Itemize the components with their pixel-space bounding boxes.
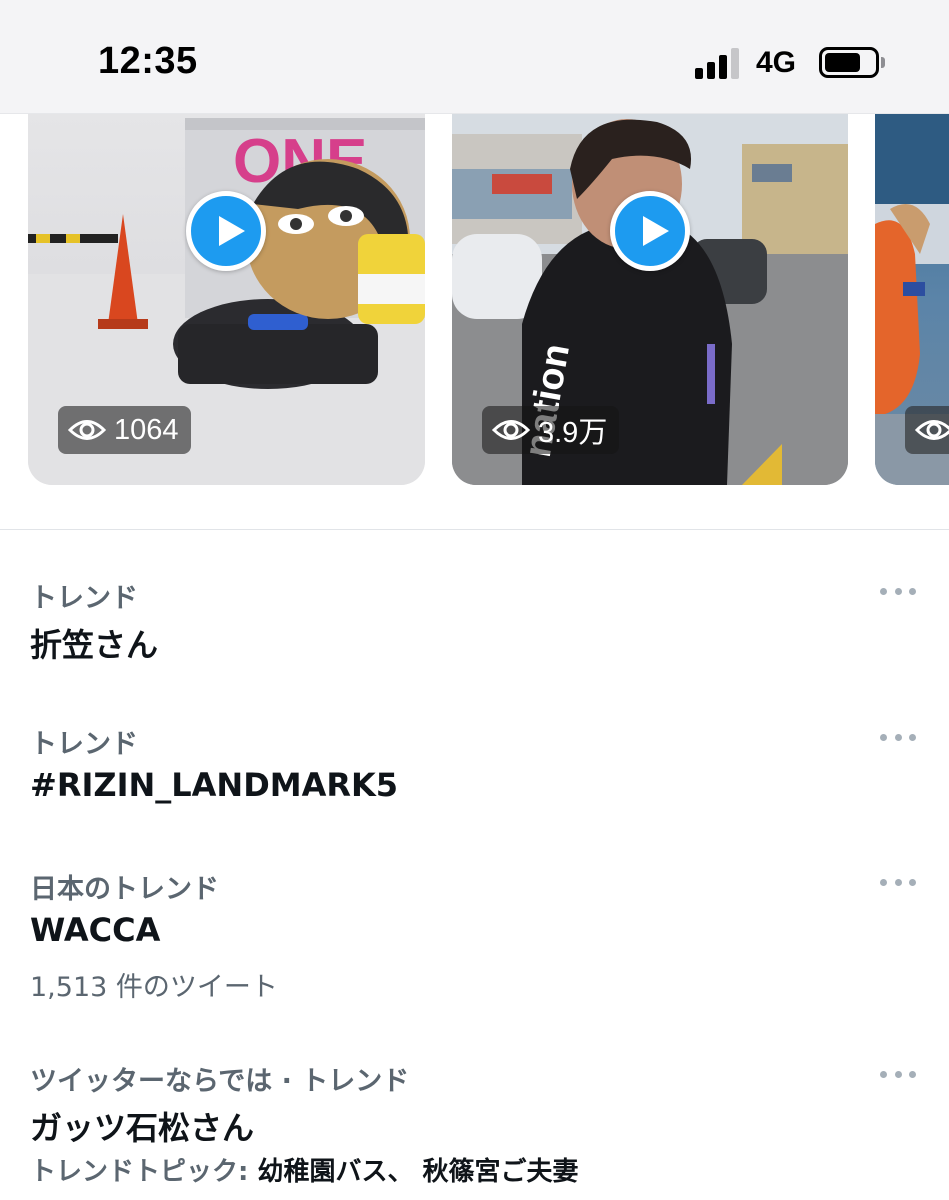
trend-item[interactable]: トレンド #RIZIN_LANDMARK5: [0, 722, 949, 832]
view-count: 1064: [114, 413, 179, 446]
status-bar: 12:35 4G: [0, 0, 949, 114]
trend-context: ツイッターならでは · トレンド: [30, 1066, 410, 1097]
battery-cap: [881, 57, 885, 68]
trend-topics: トレンドトピック: 幼稚園バス、 秋篠宮ご夫妻: [30, 1151, 579, 1188]
section-divider: [0, 529, 949, 530]
play-button[interactable]: [186, 191, 266, 271]
trend-title: ガッツ石松さん: [30, 1109, 255, 1147]
view-count-badge: 3.9万: [482, 406, 620, 454]
play-button[interactable]: [610, 191, 690, 271]
more-options-icon[interactable]: [880, 732, 916, 742]
trend-topics-value: 幼稚園バス、 秋篠宮ご夫妻: [257, 1157, 579, 1187]
trend-title: WACCA: [30, 911, 161, 949]
view-count: 3.9万: [538, 417, 608, 449]
status-time: 12:35: [98, 40, 198, 82]
view-count-badge: [905, 406, 949, 454]
trend-item[interactable]: ツイッターならでは · トレンド ガッツ石松さん トレンドトピック: 幼稚園バス…: [0, 1059, 949, 1200]
trend-topics-label: トレンドトピック:: [30, 1157, 258, 1187]
trend-item[interactable]: 日本のトレンド WACCA 1,513 件のツイート: [0, 867, 949, 1017]
more-options-icon[interactable]: [880, 1069, 916, 1079]
more-options-icon[interactable]: [880, 586, 916, 596]
eye-icon: [68, 420, 106, 440]
network-type: 4G: [756, 46, 797, 79]
trend-title: 折笠さん: [30, 626, 159, 664]
video-card[interactable]: [875, 114, 949, 485]
trend-context: 日本のトレンド: [30, 874, 219, 905]
trend-item[interactable]: トレンド 折笠さん: [0, 576, 949, 686]
video-card[interactable]: ONE 1064: [28, 114, 425, 485]
trend-context: トレンド: [30, 729, 138, 760]
more-options-icon[interactable]: [880, 877, 916, 887]
video-card[interactable]: nation 3.9万: [452, 114, 848, 485]
tweet-count: 1,513 件のツイート: [30, 972, 278, 1003]
trend-context: トレンド: [30, 583, 138, 614]
trend-title: #RIZIN_LANDMARK5: [30, 766, 399, 804]
eye-icon: [915, 420, 949, 440]
battery-icon: [819, 47, 879, 78]
eye-icon: [492, 420, 530, 440]
view-count-badge: 1064: [58, 406, 191, 454]
cellular-signal-icon: [695, 47, 743, 79]
video-carousel[interactable]: ONE 1064 nation 3.9万: [0, 114, 949, 486]
